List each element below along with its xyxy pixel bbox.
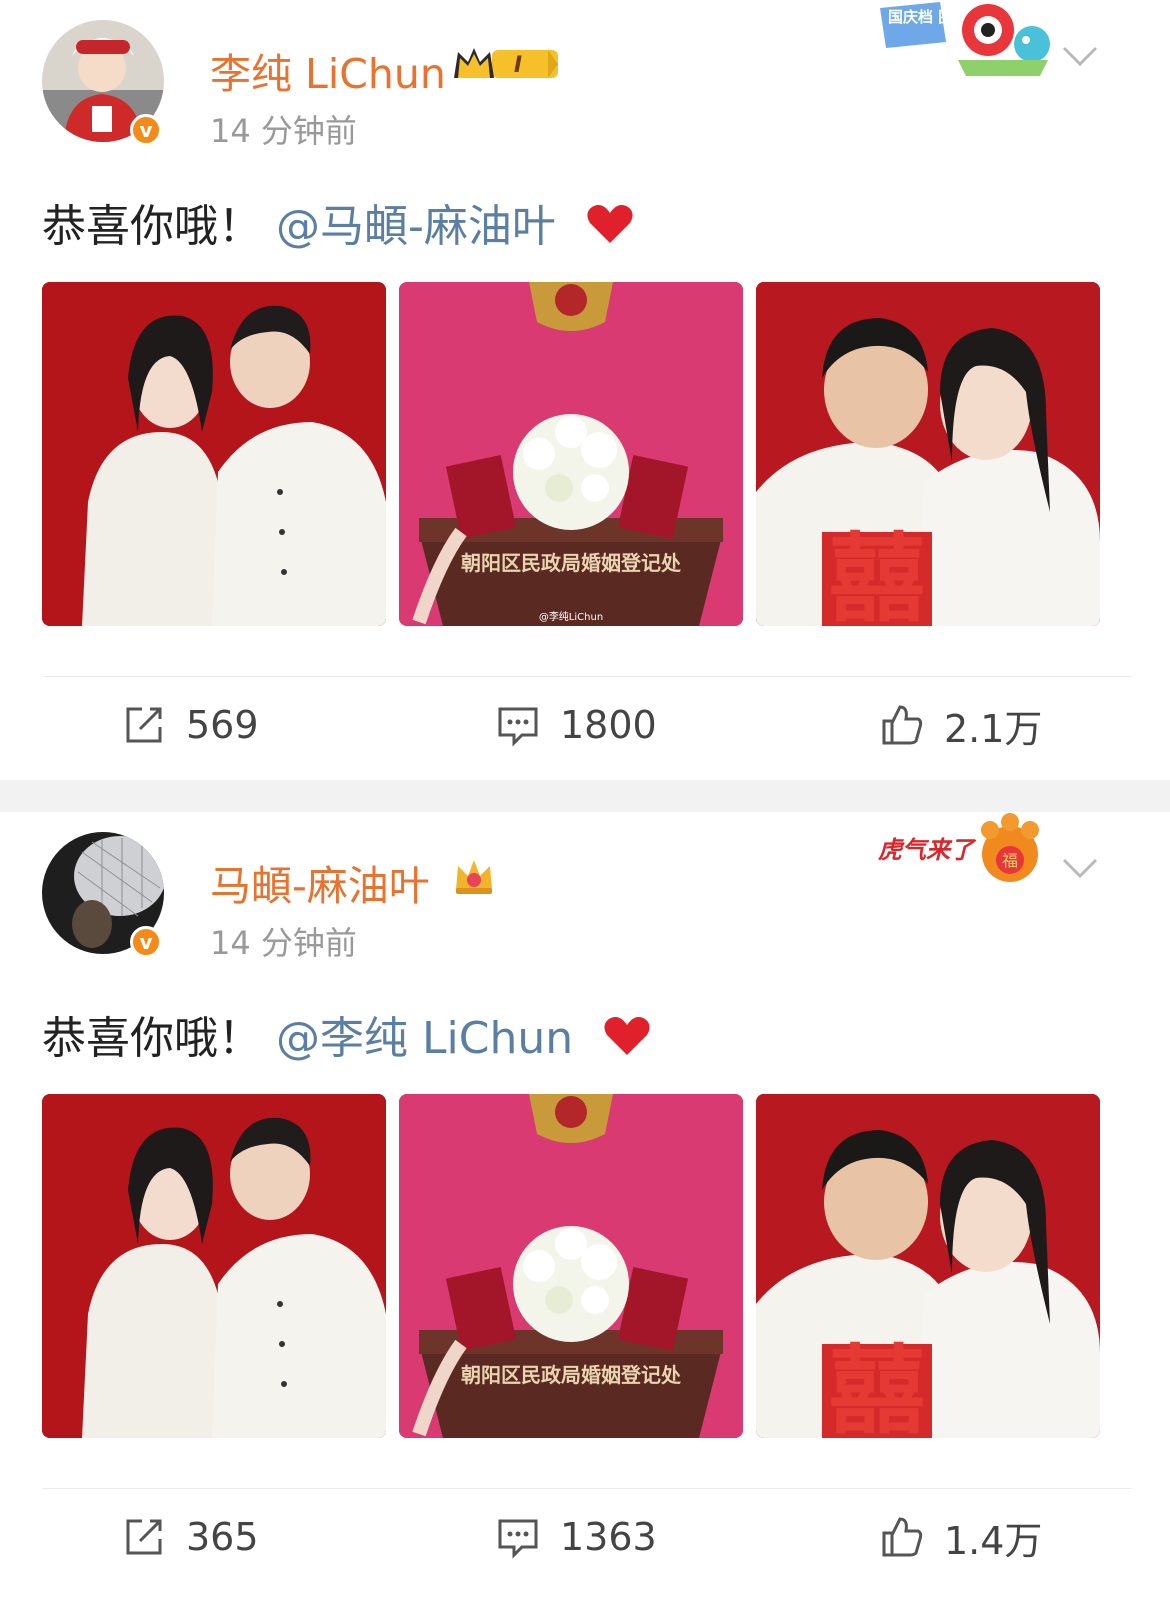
like-button[interactable]: 2.1万: [880, 690, 1042, 760]
verified-icon: v: [130, 114, 162, 146]
chevron-down-icon[interactable]: [1062, 44, 1098, 68]
divider: [42, 676, 1132, 677]
mention-link[interactable]: @马頔-麻油叶: [276, 201, 556, 252]
tiger-badge-text: 虎气来了: [878, 836, 977, 864]
repost-icon: [126, 707, 162, 743]
verified-icon: v: [130, 926, 162, 958]
kiss-portrait-photo[interactable]: 囍: [756, 282, 1100, 626]
repost-button[interactable]: 365: [122, 1502, 259, 1572]
mention-link[interactable]: @李纯 LiChun: [276, 1013, 573, 1064]
repost-icon: [126, 1519, 162, 1555]
desk-sign-text: 朝阳区民政局婚姻登记处: [461, 1363, 682, 1387]
like-icon: [882, 1517, 923, 1557]
photo-watermark: @李纯LiChun: [539, 610, 603, 623]
svg-text:福: 福: [1002, 851, 1018, 870]
username[interactable]: 马頔-麻油叶: [210, 852, 430, 912]
photo-grid: 朝阳区民政局婚姻登记处 @李纯LiChun 囍: [42, 282, 1132, 626]
comment-icon: [498, 707, 538, 747]
crown-icon: [456, 860, 492, 894]
comment-count: 1363: [560, 1515, 657, 1559]
event-badge-icon: 国庆档 围观群众: [880, 2, 1050, 76]
post-text: 恭喜你哦！ @马頔-麻油叶: [42, 190, 634, 254]
divider: [42, 1488, 1132, 1489]
post-card: v 李纯 LiChun I 14 分钟前 国庆档 围观群众 恭喜你哦！ @马頔-…: [0, 0, 1170, 780]
post-text: 恭喜你哦！ @李纯 LiChun: [42, 1002, 651, 1066]
like-icon: [882, 705, 923, 745]
crown-icon: I: [454, 48, 558, 78]
registration-desk-photo[interactable]: 朝阳区民政局婚姻登记处: [399, 1094, 743, 1438]
post-text-body: 恭喜你哦！: [42, 201, 262, 252]
action-bar: 569 1800 2.1万: [0, 690, 1170, 760]
action-bar: 365 1363 1.4万: [0, 1502, 1170, 1572]
post-card: v 马頔-麻油叶 14 分钟前 虎气来了 福 恭喜你哦！ @李纯 LiChun: [0, 812, 1170, 1612]
post-text-body: 恭喜你哦！: [42, 1013, 262, 1064]
registration-desk-photo[interactable]: 朝阳区民政局婚姻登记处 @李纯LiChun: [399, 282, 743, 626]
comment-button[interactable]: 1363: [496, 1502, 657, 1572]
post-time: 14 分钟前: [210, 112, 357, 150]
comment-button[interactable]: 1800: [496, 690, 657, 760]
like-count: 2.1万: [944, 706, 1043, 751]
like-count: 1.4万: [944, 1518, 1043, 1563]
repost-button[interactable]: 569: [122, 690, 259, 760]
heart-icon: [604, 1017, 650, 1055]
photo-grid: 朝阳区民政局婚姻登记处 囍: [42, 1094, 1132, 1438]
chevron-down-icon[interactable]: [1062, 856, 1098, 880]
heart-icon: [587, 205, 633, 243]
comment-icon: [498, 1519, 538, 1559]
repost-count: 569: [186, 703, 259, 747]
repost-count: 365: [186, 1515, 259, 1559]
kiss-portrait-photo[interactable]: 囍: [756, 1094, 1100, 1438]
username[interactable]: 李纯 LiChun: [210, 40, 446, 100]
double-happiness-sign: 囍: [829, 1335, 925, 1438]
couple-portrait-photo[interactable]: [42, 1094, 386, 1438]
comment-count: 1800: [560, 703, 657, 747]
post-time: 14 分钟前: [210, 924, 357, 962]
feed-separator: [0, 780, 1170, 812]
badge-level: I: [514, 53, 522, 78]
double-happiness-sign: 囍: [829, 523, 925, 626]
like-button[interactable]: 1.4万: [880, 1502, 1042, 1572]
desk-sign-text: 朝阳区民政局婚姻登记处: [461, 551, 682, 575]
couple-portrait-photo[interactable]: [42, 282, 386, 626]
tiger-badge-icon: 虎气来了 福: [878, 813, 1039, 882]
